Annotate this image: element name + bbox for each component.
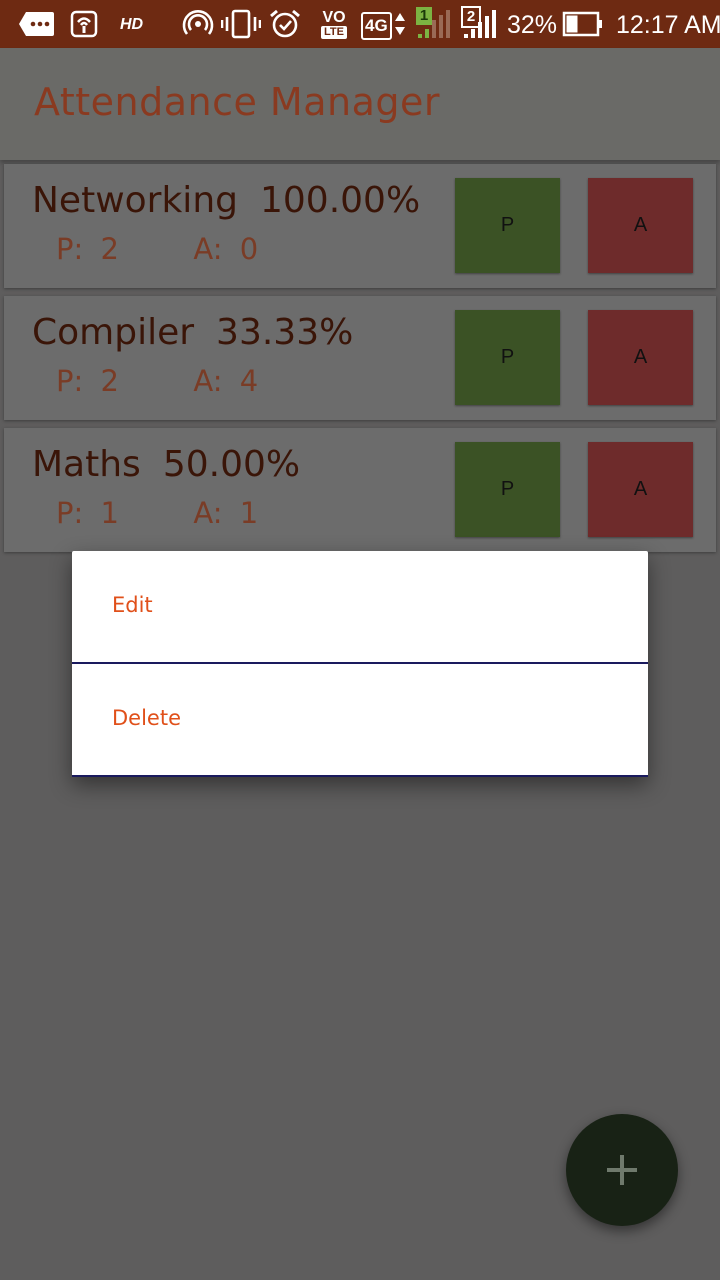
delete-menu-item[interactable]: Delete [72, 664, 648, 777]
mark-absent-button[interactable]: A [588, 178, 693, 273]
status-bar: HD VO LTE 4G 1 2 32% 12:17 AM [0, 0, 720, 48]
subject-card[interactable]: Networking 100.00% P: 2 A: 0 P A [4, 164, 716, 288]
hotspot-icon [182, 8, 214, 40]
battery-icon [562, 8, 604, 40]
mark-absent-button[interactable]: A [588, 310, 693, 405]
absent-count: 0 [239, 232, 259, 266]
present-count: 1 [100, 496, 119, 530]
delete-label: Delete [112, 706, 181, 730]
add-subject-button[interactable] [566, 1114, 678, 1226]
mark-present-button[interactable]: P [455, 178, 560, 273]
hd-label: HD [120, 16, 144, 33]
present-label: P: [56, 232, 84, 266]
absent-label: A: [193, 496, 223, 530]
chat-icon [18, 8, 56, 40]
plus-icon [607, 1155, 637, 1185]
absent-label: A: [193, 364, 223, 398]
subject-name: Networking [32, 180, 238, 221]
network-type-badge: 4G [361, 12, 392, 40]
mark-present-button[interactable]: P [455, 310, 560, 405]
present-count: 2 [100, 364, 119, 398]
absent-count: 1 [239, 496, 259, 530]
wifi-calling-icon [70, 8, 98, 40]
subject-name: Compiler [32, 312, 195, 353]
page-title: Attendance Manager [34, 80, 440, 124]
attendance-counts: P: 2 A: 0 [56, 232, 258, 266]
vibrate-icon [221, 8, 261, 40]
signal-icon [416, 8, 452, 40]
volte-icon: VO LTE [321, 8, 347, 39]
attendance-counts: P: 1 A: 1 [56, 496, 258, 530]
edit-menu-item[interactable]: Edit [72, 551, 648, 664]
mark-present-button[interactable]: P [455, 442, 560, 537]
attendance-percent: 100.00% [259, 180, 421, 221]
data-arrows-icon [393, 8, 407, 40]
absent-label: A: [193, 232, 223, 266]
attendance-percent: 50.00% [162, 444, 301, 485]
subject-card[interactable]: Compiler 33.33% P: 2 A: 4 P A [4, 296, 716, 420]
alarm-icon [268, 8, 302, 40]
absent-count: 4 [239, 364, 259, 398]
attendance-percent: 33.33% [216, 312, 354, 353]
attendance-counts: P: 2 A: 4 [56, 364, 258, 398]
context-menu-dialog: Edit Delete [72, 551, 648, 777]
battery-percent: 32% [507, 11, 558, 39]
subject-name: Maths [32, 444, 141, 485]
subject-card[interactable]: Maths 50.00% P: 1 A: 1 P A [4, 428, 716, 552]
subject-heading: Maths 50.00% [32, 444, 300, 485]
present-count: 2 [100, 232, 119, 266]
present-label: P: [56, 496, 84, 530]
edit-label: Edit [112, 593, 153, 617]
subject-heading: Compiler 33.33% [32, 312, 353, 353]
mark-absent-button[interactable]: A [588, 442, 693, 537]
signal-icon [462, 8, 498, 40]
app-bar: Attendance Manager [0, 48, 720, 160]
subject-heading: Networking 100.00% [32, 180, 420, 221]
clock: 12:17 AM [616, 11, 720, 39]
present-label: P: [56, 364, 84, 398]
